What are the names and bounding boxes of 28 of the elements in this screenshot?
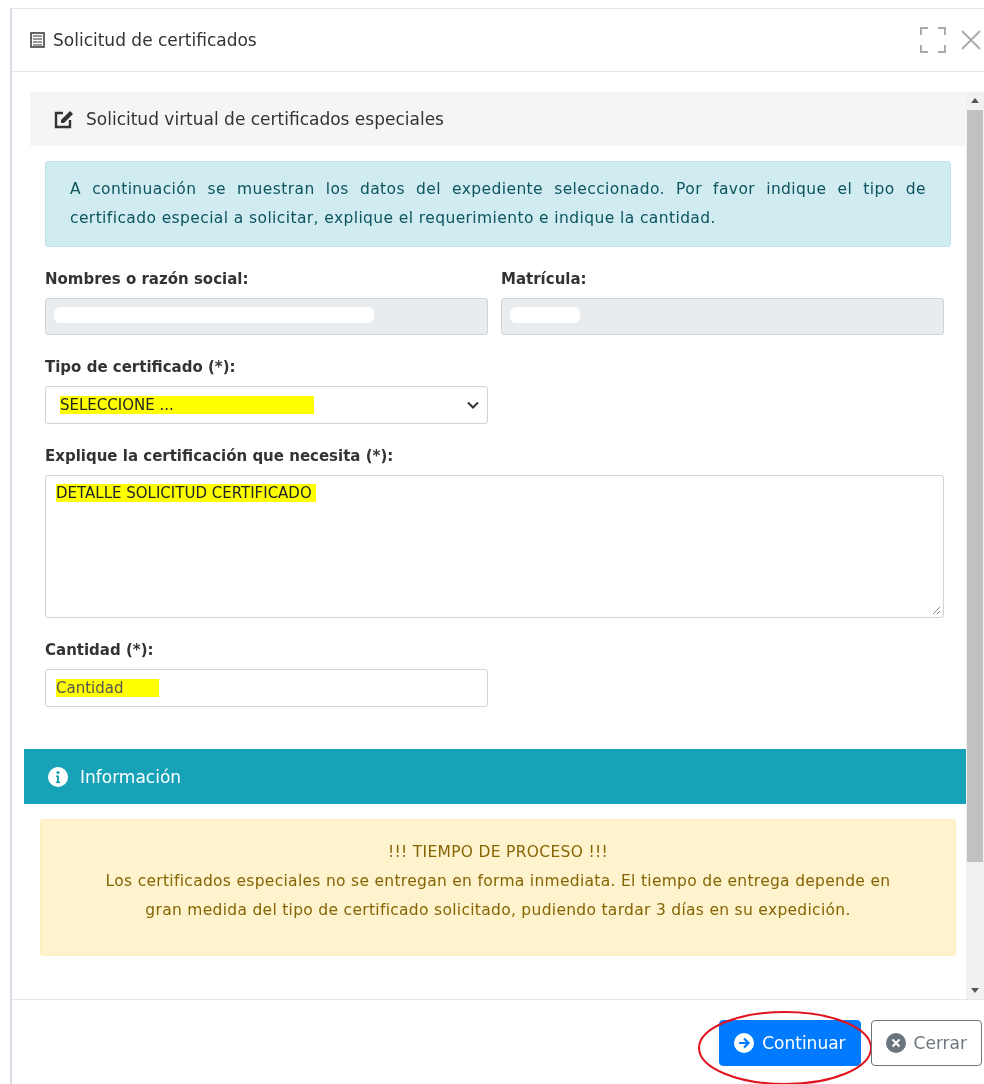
warning-text: Los certificados especiales no se entregan en forma inmediata. El tiempo de entrega depende en gran medida del tipo de certificado solicitado, pudiendo tardar 3 días en su expedición.: [104, 871, 892, 921]
edit-icon: [54, 109, 74, 129]
form-icon: [30, 32, 45, 48]
field-label: Cantidad (*):: [45, 641, 154, 659]
field-label: Matrícula:: [501, 270, 587, 288]
field-label: Tipo de certificado (*):: [45, 358, 236, 376]
quantity-field[interactable]: Cantidad: [45, 669, 488, 707]
field-label: Explique la certificación que necesita (*):: [45, 447, 394, 465]
close-circle-icon: [885, 1033, 906, 1053]
close-icon[interactable]: [960, 29, 982, 51]
card-title: Solicitud virtual de certificados especiales: [86, 109, 444, 129]
maximize-icon[interactable]: [920, 27, 946, 53]
arrow-right-circle-icon: [734, 1033, 755, 1053]
certificate-type-dropdown[interactable]: SELECCIONE ...: [45, 386, 488, 424]
info-title: Información: [80, 766, 182, 787]
info-alert: A continuación se muestran los datos del expediente seleccionado. Por favor indique el tipo de certificado especial a solicitar, explique el requerimiento e indique la cantidad.: [45, 161, 951, 247]
readonly-field[interactable]: [45, 298, 488, 335]
readonly-field[interactable]: [501, 298, 944, 335]
continue-button[interactable]: Continuar: [719, 1020, 861, 1066]
window-title: Solicitud de certificados: [53, 30, 258, 50]
textarea-field[interactable]: DETALLE SOLICITUD CERTIFICADO: [45, 475, 944, 618]
info-icon: [48, 766, 68, 787]
chevron-down-icon: [467, 401, 479, 409]
cancel-button[interactable]: Cerrar: [870, 1020, 982, 1066]
field-label: Nombres o razón social:: [45, 270, 249, 288]
warning-heading: !!! TIEMPO DE PROCESO !!!: [387, 842, 609, 863]
scrollbar-thumb[interactable]: [967, 110, 983, 862]
resize-grip-icon: [932, 606, 941, 615]
